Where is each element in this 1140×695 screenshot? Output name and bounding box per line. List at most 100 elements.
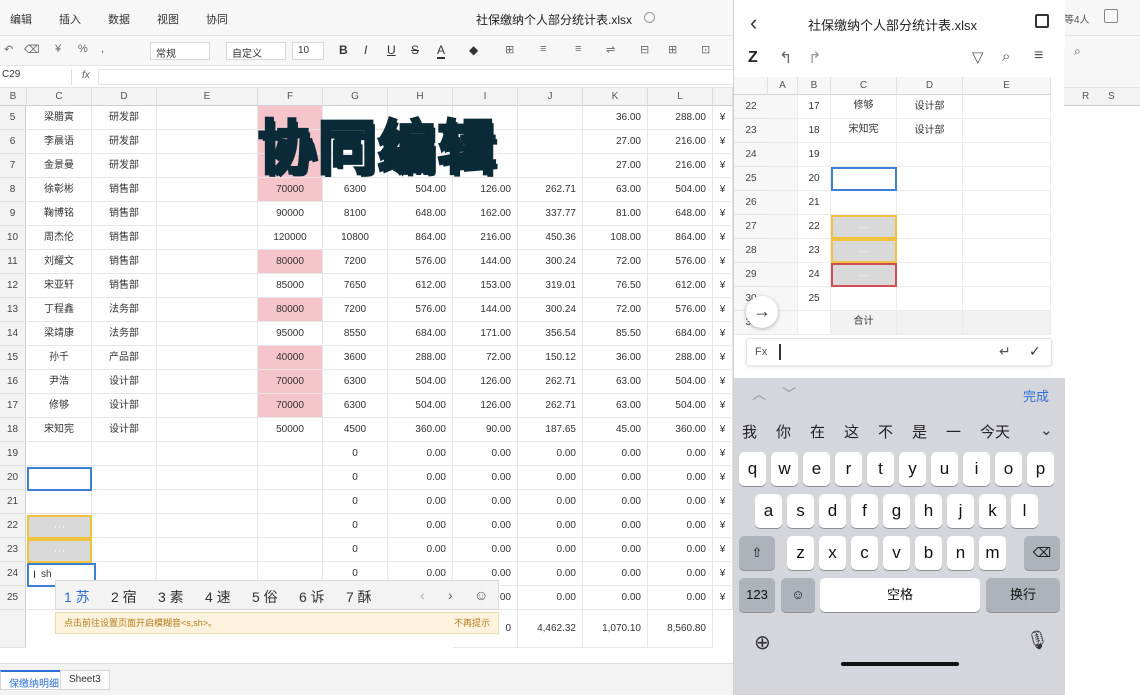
cell-g[interactable]: 3600: [323, 346, 388, 370]
sheet-tab-sheet3[interactable]: Sheet3: [60, 670, 110, 690]
column-header-c[interactable]: C: [27, 88, 92, 106]
font-select[interactable]: 自定义: [226, 42, 286, 60]
comment-icon[interactable]: [1104, 9, 1118, 23]
cell-k[interactable]: 108.00: [583, 226, 648, 250]
row-header[interactable]: 21: [0, 490, 26, 514]
cell-h[interactable]: 504.00: [388, 394, 453, 418]
key-q[interactable]: q: [739, 452, 766, 486]
cell-l[interactable]: 0.00: [648, 490, 713, 514]
row-header[interactable]: 16: [0, 370, 26, 394]
phone-cell-d[interactable]: 设计部: [897, 119, 963, 143]
row-header[interactable]: 8: [0, 178, 26, 202]
currency-icon[interactable]: ¥: [55, 43, 61, 55]
emoji-key[interactable]: ☺: [781, 578, 815, 612]
phone-cell-e[interactable]: [963, 239, 1051, 263]
cell-f[interactable]: 95000: [258, 322, 323, 346]
expand-candidates-icon[interactable]: ⌄: [1040, 421, 1053, 439]
cell-k[interactable]: 27.00: [583, 130, 648, 154]
phone-cell-b[interactable]: 20: [798, 167, 831, 191]
cell-l[interactable]: 0.00: [648, 466, 713, 490]
cell-j[interactable]: [518, 106, 583, 130]
ime-prev-icon[interactable]: ‹: [420, 587, 425, 603]
cell-k[interactable]: 0.00: [583, 586, 648, 610]
cell-k[interactable]: 0.00: [583, 538, 648, 562]
cell-dept[interactable]: 设计部: [92, 394, 157, 418]
cell-dept[interactable]: 设计部: [92, 418, 157, 442]
cell-f[interactable]: 70000: [258, 394, 323, 418]
cell-j[interactable]: [518, 130, 583, 154]
phone-column-header-c[interactable]: C: [831, 77, 897, 95]
cell-h[interactable]: 0.00: [388, 490, 453, 514]
cell-g[interactable]: 7650: [323, 274, 388, 298]
phone-cell-c[interactable]: [831, 287, 897, 311]
key-l[interactable]: l: [1011, 494, 1038, 528]
kb-candidate[interactable]: 我: [742, 421, 757, 442]
column-header-d[interactable]: D: [92, 88, 157, 106]
cell-g[interactable]: 0: [323, 442, 388, 466]
key-y[interactable]: y: [899, 452, 926, 486]
phone-cell-c[interactable]: [831, 167, 897, 191]
cell-name[interactable]: 宋亚轩: [27, 274, 92, 298]
enter-icon[interactable]: ↵: [999, 343, 1011, 360]
cell-i[interactable]: 144.00: [453, 250, 518, 274]
key-d[interactable]: d: [819, 494, 846, 528]
key-z[interactable]: z: [787, 536, 814, 570]
cell-j[interactable]: [518, 154, 583, 178]
cell-empty[interactable]: [157, 226, 258, 250]
cell-l[interactable]: 576.00: [648, 298, 713, 322]
cell-j[interactable]: 300.24: [518, 298, 583, 322]
phone-cell-d[interactable]: [897, 191, 963, 215]
percent-icon[interactable]: %: [78, 43, 88, 55]
cell-l[interactable]: 216.00: [648, 154, 713, 178]
cell-l[interactable]: 0.00: [648, 562, 713, 586]
cell-j[interactable]: 262.71: [518, 394, 583, 418]
align-left-icon[interactable]: ≡: [540, 43, 546, 55]
key-r[interactable]: r: [835, 452, 862, 486]
cell-g[interactable]: 8550: [323, 322, 388, 346]
thousands-icon[interactable]: ,: [101, 43, 104, 55]
col-header-s[interactable]: S: [1108, 91, 1115, 102]
phone-row-header[interactable]: 26: [734, 191, 768, 215]
cell-g[interactable]: 6300: [323, 394, 388, 418]
cell-dept[interactable]: [92, 490, 157, 514]
phone-column-header-e[interactable]: E: [963, 77, 1051, 95]
cell-dept[interactable]: [92, 442, 157, 466]
phone-cell-c[interactable]: ···: [831, 263, 897, 287]
cell-empty[interactable]: [157, 490, 258, 514]
cell-k[interactable]: 63.00: [583, 178, 648, 202]
key-w[interactable]: w: [771, 452, 798, 486]
collaborator-count[interactable]: 等4人: [1064, 11, 1090, 26]
cell-name[interactable]: 金景曼: [27, 154, 92, 178]
cell-j[interactable]: 300.24: [518, 250, 583, 274]
fill-color-icon[interactable]: ◆: [469, 43, 478, 57]
search-icon[interactable]: ⌕: [1002, 48, 1010, 65]
phone-cell-e[interactable]: [963, 119, 1051, 143]
numbers-key[interactable]: 123: [739, 578, 775, 612]
phone-cell-d[interactable]: [897, 167, 963, 191]
key-m[interactable]: m: [979, 536, 1006, 570]
sheet-tab-detail[interactable]: 保缴纳明细: [0, 670, 68, 690]
cell-dept[interactable]: 研发部: [92, 106, 157, 130]
key-n[interactable]: n: [947, 536, 974, 570]
menu-icon[interactable]: ≡: [1034, 47, 1043, 65]
bold-button[interactable]: B: [339, 43, 348, 57]
cell-l[interactable]: 576.00: [648, 250, 713, 274]
done-button[interactable]: 完成: [1023, 386, 1049, 405]
row-header[interactable]: 10: [0, 226, 26, 250]
cell-f[interactable]: 85000: [258, 274, 323, 298]
cell-h[interactable]: 0.00: [388, 538, 453, 562]
cell-k[interactable]: 72.00: [583, 298, 648, 322]
key-i[interactable]: i: [963, 452, 990, 486]
cell-h[interactable]: 612.00: [388, 274, 453, 298]
cell-g[interactable]: 0: [323, 514, 388, 538]
phone-cell-e[interactable]: [963, 215, 1051, 239]
undo-icon[interactable]: ↰: [779, 48, 792, 68]
cell-l[interactable]: 504.00: [648, 394, 713, 418]
phone-cell-e[interactable]: [963, 95, 1051, 119]
cell-empty[interactable]: [157, 346, 258, 370]
cell-l[interactable]: 684.00: [648, 322, 713, 346]
cell-i[interactable]: 90.00: [453, 418, 518, 442]
ime-candidate-7[interactable]: 7 酥: [346, 587, 372, 607]
check-icon[interactable]: ✓: [1029, 343, 1041, 360]
cell-h[interactable]: 360.00: [388, 418, 453, 442]
